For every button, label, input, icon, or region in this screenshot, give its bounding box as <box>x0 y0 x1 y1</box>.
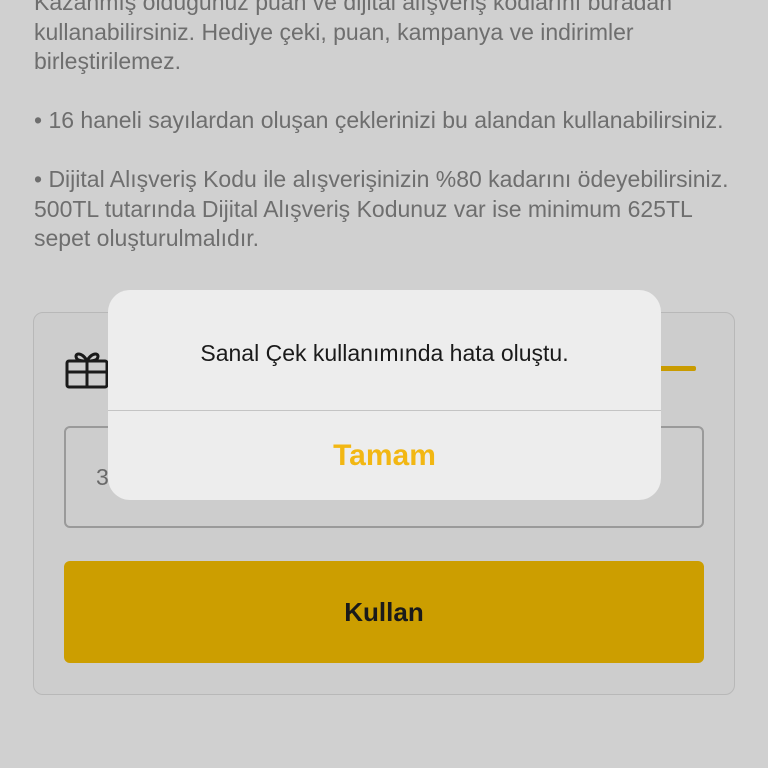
alert-ok-button[interactable]: Tamam <box>108 411 661 500</box>
use-button[interactable]: Kullan <box>64 561 704 663</box>
active-tab-indicator <box>655 366 696 371</box>
gift-card-icon <box>65 352 109 389</box>
info-paragraph-digital-code: • Dijital Alışveriş Kodu ile alışverişin… <box>34 166 729 251</box>
page: Kazanmış olduğunuz puan ve dijital alışv… <box>0 0 768 768</box>
info-paragraph-intro: Kazanmış olduğunuz puan ve dijital alışv… <box>34 0 672 74</box>
error-alert-dialog: Sanal Çek kullanımında hata oluştu. Tama… <box>108 290 661 500</box>
info-text: Kazanmış olduğunuz puan ve dijital alışv… <box>34 0 744 254</box>
alert-message: Sanal Çek kullanımında hata oluştu. <box>200 339 569 366</box>
info-paragraph-16-digit: • 16 haneli sayılardan oluşan çekleriniz… <box>34 107 724 133</box>
